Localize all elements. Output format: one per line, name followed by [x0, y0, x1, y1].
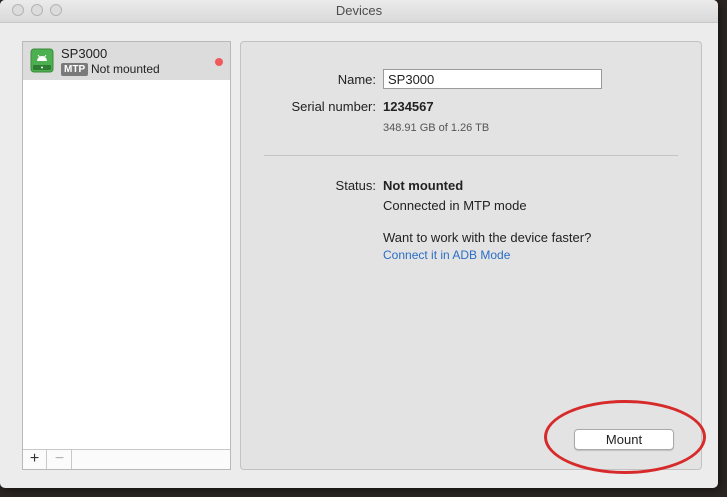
device-name: SP3000: [61, 46, 108, 61]
android-drive-icon: [30, 48, 54, 73]
device-mount-status: Not mounted: [91, 62, 160, 76]
remove-device-button[interactable]: −: [48, 450, 72, 469]
storage-usage: 348.91 GB of 1.26 TB: [383, 122, 490, 134]
status-dot-icon: [215, 58, 223, 66]
status-value: Not mounted: [383, 178, 464, 193]
device-name-field[interactable]: [383, 69, 602, 89]
device-details-panel: Name: Serial number: 1234567 348.91 GB o…: [240, 41, 702, 470]
serial-number-label: Serial number:: [291, 99, 376, 114]
status-label: Status:: [335, 178, 376, 193]
title-bar: Devices: [0, 0, 718, 23]
mount-button[interactable]: Mount: [574, 429, 674, 450]
name-label: Name:: [337, 72, 376, 87]
mtp-badge: MTP: [61, 63, 89, 76]
devices-window: Devices SP3000 MTP Not mounted + − Name:…: [0, 0, 718, 488]
adb-prompt-text: Want to work with the device faster?: [383, 230, 592, 245]
serial-number-value: 1234567: [383, 99, 434, 114]
window-title: Devices: [335, 3, 383, 18]
add-device-button[interactable]: +: [23, 450, 47, 469]
device-list-item[interactable]: SP3000 MTP Not mounted: [23, 42, 230, 80]
device-list: SP3000 MTP Not mounted + −: [22, 41, 231, 470]
connection-mode-text: Connected in MTP mode: [383, 198, 527, 213]
divider: [264, 155, 678, 156]
connect-adb-link[interactable]: Connect it in ADB Mode: [383, 248, 510, 262]
sidebar-footer: + −: [23, 449, 230, 469]
